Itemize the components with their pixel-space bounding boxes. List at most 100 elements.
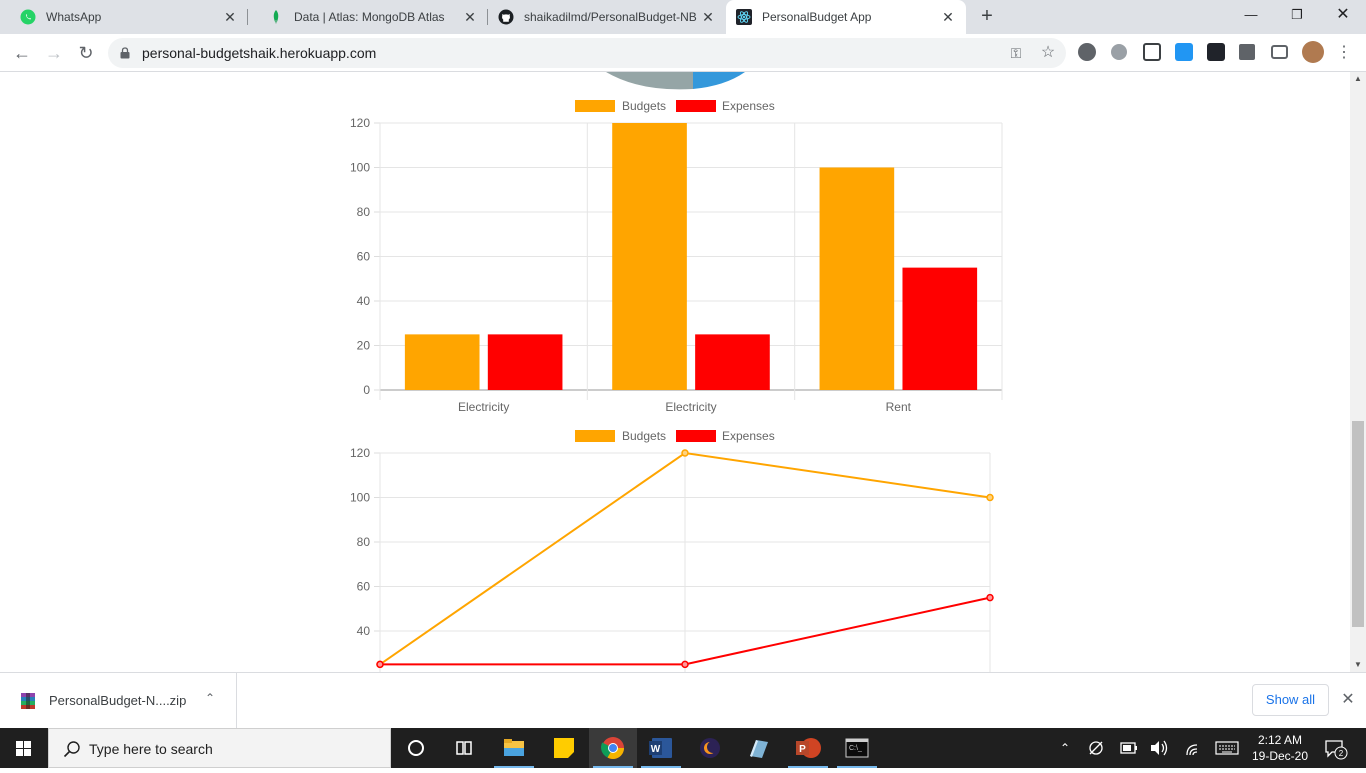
menu-kebab-icon[interactable]: ⋮ bbox=[1332, 41, 1356, 65]
close-tab-icon[interactable]: ✕ bbox=[698, 9, 718, 26]
bar-expenses bbox=[487, 334, 563, 390]
y-tick-label: 100 bbox=[350, 161, 370, 175]
lock-icon bbox=[120, 47, 130, 59]
key-icon[interactable]: ⚿ bbox=[1006, 43, 1026, 63]
y-tick-label: 40 bbox=[357, 294, 371, 308]
tab-title: PersonalBudget App bbox=[762, 10, 872, 24]
x-tick-label: Rent bbox=[886, 400, 912, 414]
url-text: personal-budgetshaik.herokuapp.com bbox=[142, 45, 377, 61]
download-item[interactable]: PersonalBudget-N....zip ⌃ bbox=[0, 673, 237, 729]
page-viewport: Budgets Expenses 120 100 80 60 40 20 0 Electric… bbox=[0, 72, 1350, 672]
y-tick-label: 40 bbox=[357, 624, 371, 638]
legend-swatch-expenses bbox=[676, 430, 716, 442]
search-icon bbox=[63, 741, 80, 758]
legend-label-expenses: Expenses bbox=[722, 99, 775, 113]
tab-whatsapp[interactable]: WhatsApp ✕ bbox=[0, 0, 248, 34]
system-clock[interactable]: 2:12 AM 19-Dec-20 bbox=[1244, 732, 1316, 764]
address-bar[interactable]: personal-budgetshaik.herokuapp.com ⚿ ☆ bbox=[108, 38, 1066, 68]
battery-icon[interactable] bbox=[1117, 728, 1139, 768]
chevron-up-icon[interactable]: ⌃ bbox=[205, 691, 215, 705]
volume-icon[interactable] bbox=[1147, 728, 1171, 768]
chrome-taskbar-icon[interactable] bbox=[589, 728, 637, 768]
download-filename: PersonalBudget-N....zip bbox=[49, 693, 187, 708]
y-tick-label: 80 bbox=[357, 535, 371, 549]
sticky-notes-icon[interactable] bbox=[540, 728, 588, 768]
network-location-icon[interactable] bbox=[1085, 728, 1107, 768]
clock-date: 19-Dec-20 bbox=[1251, 749, 1309, 763]
line-chart: 120 100 80 60 40 bbox=[350, 446, 994, 672]
tab-mongodb-atlas[interactable]: Data | Atlas: MongoDB Atlas ✕ bbox=[248, 0, 488, 34]
bar-expenses bbox=[695, 334, 770, 390]
command-prompt-icon[interactable]: C:\_ bbox=[833, 728, 881, 768]
picture-in-picture-icon[interactable] bbox=[1143, 43, 1161, 61]
extensions-puzzle-icon[interactable] bbox=[1239, 44, 1255, 60]
bar-budgets bbox=[612, 123, 687, 390]
cast-icon[interactable] bbox=[1271, 45, 1288, 59]
github-icon bbox=[498, 9, 514, 25]
scroll-up-arrow[interactable]: ▲ bbox=[1350, 72, 1366, 86]
y-tick-label: 100 bbox=[350, 491, 370, 505]
y-tick-label: 80 bbox=[357, 205, 371, 219]
close-tab-icon[interactable]: ✕ bbox=[460, 9, 480, 26]
scrollbar-thumb[interactable] bbox=[1352, 421, 1364, 627]
profile-avatar[interactable] bbox=[1302, 41, 1324, 63]
download-shelf: PersonalBudget-N....zip ⌃ Show all ✕ bbox=[0, 672, 1366, 729]
bar-expenses bbox=[902, 267, 978, 390]
eclipse-icon[interactable] bbox=[686, 728, 734, 768]
search-placeholder: Type here to search bbox=[89, 741, 213, 757]
bookmark-star-icon[interactable]: ☆ bbox=[1038, 43, 1058, 63]
action-center-icon[interactable]: 2 bbox=[1322, 728, 1348, 768]
close-tab-icon[interactable]: ✕ bbox=[220, 9, 240, 26]
tab-personalbudget[interactable]: PersonalBudget App ✕ bbox=[726, 0, 966, 34]
close-window-button[interactable]: ✕ bbox=[1320, 0, 1366, 32]
tab-title: Data | Atlas: MongoDB Atlas bbox=[294, 10, 445, 24]
data-point-expenses bbox=[376, 660, 384, 669]
skype-extension-icon[interactable] bbox=[1175, 43, 1193, 61]
show-all-button[interactable]: Show all bbox=[1252, 684, 1329, 716]
y-tick-label: 0 bbox=[363, 383, 370, 397]
forward-icon[interactable]: → bbox=[42, 41, 66, 65]
data-point-budgets bbox=[681, 449, 689, 457]
cortana-icon[interactable] bbox=[392, 728, 440, 768]
data-point-expenses bbox=[986, 593, 994, 602]
show-hidden-icons-chevron[interactable]: ⌃ bbox=[1055, 728, 1075, 768]
legend-swatch-expenses bbox=[676, 100, 716, 112]
tab-github[interactable]: shaikadilmd/PersonalBudget-NB ✕ bbox=[478, 0, 726, 34]
extension-icon[interactable] bbox=[1078, 43, 1096, 61]
word-icon[interactable]: W bbox=[637, 728, 685, 768]
task-view-icon[interactable] bbox=[440, 728, 488, 768]
legend-swatch-budgets bbox=[575, 100, 615, 112]
legend-label-budgets: Budgets bbox=[622, 99, 666, 113]
react-devtools-icon[interactable] bbox=[1207, 43, 1225, 61]
windows-start-icon[interactable] bbox=[0, 728, 48, 768]
page-scrollbar[interactable]: ▲ ▼ bbox=[1350, 72, 1366, 672]
tab-title: shaikadilmd/PersonalBudget-NB bbox=[524, 10, 697, 24]
scroll-down-arrow[interactable]: ▼ bbox=[1350, 658, 1366, 672]
keyboard-icon[interactable] bbox=[1214, 728, 1240, 768]
windows-taskbar: Type here to search W P C:\_ ⌃ 2:12 AM 1… bbox=[0, 728, 1366, 768]
close-shelf-icon[interactable]: ✕ bbox=[1338, 689, 1358, 709]
pie-slice-blue bbox=[693, 72, 745, 89]
whatsapp-icon bbox=[20, 9, 36, 25]
legend-swatch-budgets bbox=[575, 430, 615, 442]
minimize-button[interactable]: — bbox=[1228, 0, 1274, 32]
taskbar-search-box[interactable]: Type here to search bbox=[48, 728, 391, 768]
y-tick-label: 120 bbox=[350, 446, 370, 460]
wifi-icon[interactable] bbox=[1181, 728, 1205, 768]
back-icon[interactable]: ← bbox=[10, 41, 34, 65]
new-tab-button[interactable]: + bbox=[977, 6, 997, 26]
pen-tool-icon[interactable] bbox=[734, 728, 782, 768]
x-tick-label: Electricity bbox=[665, 400, 716, 414]
reload-icon[interactable]: ↻ bbox=[74, 41, 98, 65]
extension-icon[interactable] bbox=[1111, 44, 1127, 60]
y-tick-label: 20 bbox=[357, 339, 371, 353]
legend-label-expenses: Expenses bbox=[722, 429, 775, 443]
svg-text:C:\_: C:\_ bbox=[849, 745, 862, 752]
powerpoint-icon[interactable]: P bbox=[784, 728, 832, 768]
bar-budgets bbox=[404, 334, 480, 390]
x-tick-label: Electricity bbox=[458, 400, 509, 414]
data-point-budgets bbox=[986, 493, 994, 502]
close-tab-icon[interactable]: ✕ bbox=[938, 9, 958, 26]
restore-button[interactable]: ❐ bbox=[1274, 0, 1320, 32]
file-explorer-icon[interactable] bbox=[490, 728, 538, 768]
